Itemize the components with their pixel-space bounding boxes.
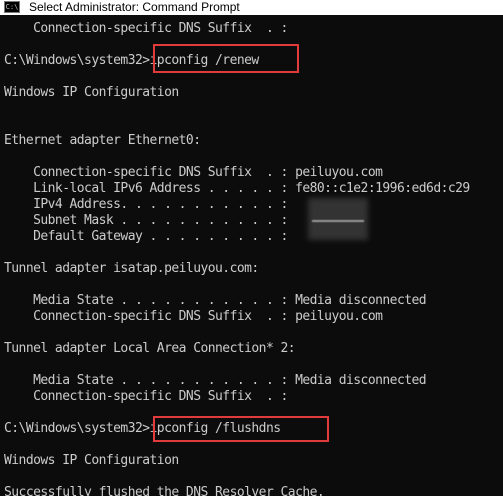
console-line: Connection-specific DNS Suffix . : peilu… bbox=[4, 165, 383, 180]
console-line: Media State . . . . . . . . . . . : Medi… bbox=[4, 293, 427, 308]
console-line: Windows IP Configuration bbox=[4, 85, 179, 100]
title-bar[interactable]: C:\ Select Administrator: Command Prompt bbox=[0, 0, 503, 16]
console-line: Tunnel adapter isatap.peiluyou.com: bbox=[4, 261, 259, 276]
redacted-address-values bbox=[308, 198, 368, 240]
console-line: Media State . . . . . . . . . . . : Medi… bbox=[4, 373, 427, 388]
console-line: Connection-specific DNS Suffix . : bbox=[4, 389, 288, 404]
console-line: Connection-specific DNS Suffix . : peilu… bbox=[4, 309, 383, 324]
console-line: Default Gateway . . . . . . . . . : bbox=[4, 229, 288, 244]
renew-highlight-box bbox=[153, 44, 299, 73]
console-output[interactable]: Connection-specific DNS Suffix . : C:\Wi… bbox=[0, 15, 503, 496]
cmd-icon: C:\ bbox=[4, 1, 20, 13]
flushdns-highlight-box bbox=[153, 416, 329, 442]
console-line: Successfully flushed the DNS Resolver Ca… bbox=[4, 485, 325, 496]
console-line: Ethernet adapter Ethernet0: bbox=[4, 133, 201, 148]
command-prompt-window: C:\ Select Administrator: Command Prompt… bbox=[0, 0, 503, 496]
window-title: Select Administrator: Command Prompt bbox=[29, 0, 240, 14]
console-line: Windows IP Configuration bbox=[4, 453, 179, 468]
console-line: Connection-specific DNS Suffix . : bbox=[4, 21, 288, 36]
redacted-address-values bbox=[312, 220, 364, 222]
console-line: IPv4 Address. . . . . . . . . . . : bbox=[4, 197, 288, 212]
console-line: Tunnel adapter Local Area Connection* 2: bbox=[4, 341, 296, 356]
console-line: Subnet Mask . . . . . . . . . . . : bbox=[4, 213, 288, 228]
console-line: Link-local IPv6 Address . . . . . : fe80… bbox=[4, 181, 470, 196]
